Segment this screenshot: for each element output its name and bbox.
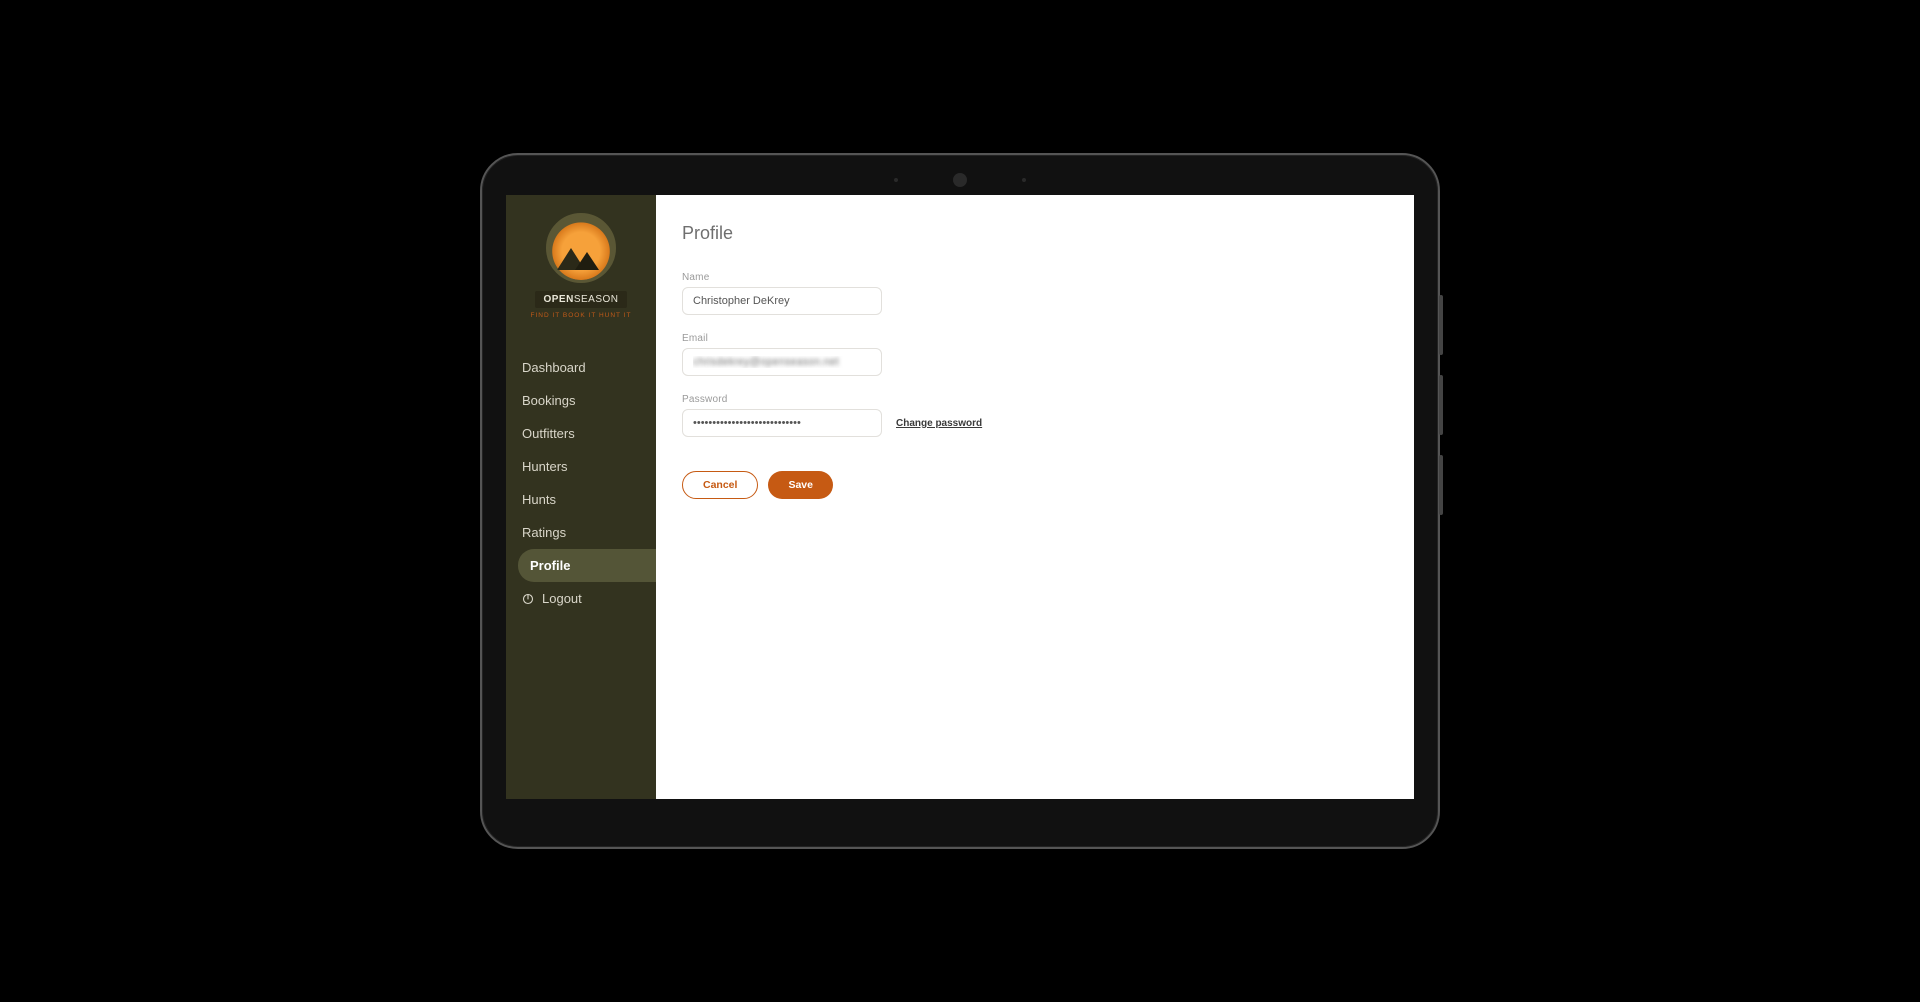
password-input[interactable] <box>682 409 882 437</box>
cancel-button[interactable]: Cancel <box>682 471 758 499</box>
sidebar-item-label: Outfitters <box>522 426 575 441</box>
tablet-frame: OPENSEASON FIND IT BOOK IT HUNT IT Dashb… <box>480 153 1440 849</box>
brand-name: OPENSEASON <box>535 291 626 308</box>
field-group-password: Password Change password <box>682 394 1388 437</box>
email-input[interactable] <box>682 348 882 376</box>
sidebar-item-logout[interactable]: Logout <box>506 582 656 615</box>
sidebar-item-ratings[interactable]: Ratings <box>506 516 656 549</box>
sidebar-item-outfitters[interactable]: Outfitters <box>506 417 656 450</box>
sidebar-item-label: Hunts <box>522 492 556 507</box>
save-button[interactable]: Save <box>768 471 833 499</box>
sidebar-item-hunts[interactable]: Hunts <box>506 483 656 516</box>
change-password-link[interactable]: Change password <box>896 418 982 429</box>
sidebar-item-label: Profile <box>530 558 570 573</box>
field-group-name: Name <box>682 272 1388 315</box>
sidebar-item-label: Hunters <box>522 459 568 474</box>
sidebar-item-label: Ratings <box>522 525 566 540</box>
name-input[interactable] <box>682 287 882 315</box>
logout-icon <box>522 593 534 605</box>
brand-logo: OPENSEASON FIND IT BOOK IT HUNT IT <box>506 195 656 329</box>
sidebar-item-label: Logout <box>542 591 582 606</box>
sidebar-item-hunters[interactable]: Hunters <box>506 450 656 483</box>
name-label: Name <box>682 272 1388 283</box>
sidebar-item-dashboard[interactable]: Dashboard <box>506 351 656 384</box>
field-group-email: Email <box>682 333 1388 376</box>
password-label: Password <box>682 394 1388 405</box>
email-label: Email <box>682 333 1388 344</box>
logo-badge-icon <box>546 213 616 283</box>
page-title: Profile <box>682 223 1388 244</box>
form-actions: Cancel Save <box>682 471 1388 499</box>
sidebar-nav: Dashboard Bookings Outfitters Hunters Hu… <box>506 351 656 615</box>
sidebar-item-bookings[interactable]: Bookings <box>506 384 656 417</box>
brand-tagline: FIND IT BOOK IT HUNT IT <box>530 312 631 319</box>
app-screen: OPENSEASON FIND IT BOOK IT HUNT IT Dashb… <box>506 195 1414 799</box>
sidebar: OPENSEASON FIND IT BOOK IT HUNT IT Dashb… <box>506 195 656 799</box>
sidebar-item-profile[interactable]: Profile <box>518 549 656 582</box>
sidebar-item-label: Bookings <box>522 393 575 408</box>
main-content: Profile Name Email Password Change passw… <box>656 195 1414 799</box>
sidebar-item-label: Dashboard <box>522 360 586 375</box>
